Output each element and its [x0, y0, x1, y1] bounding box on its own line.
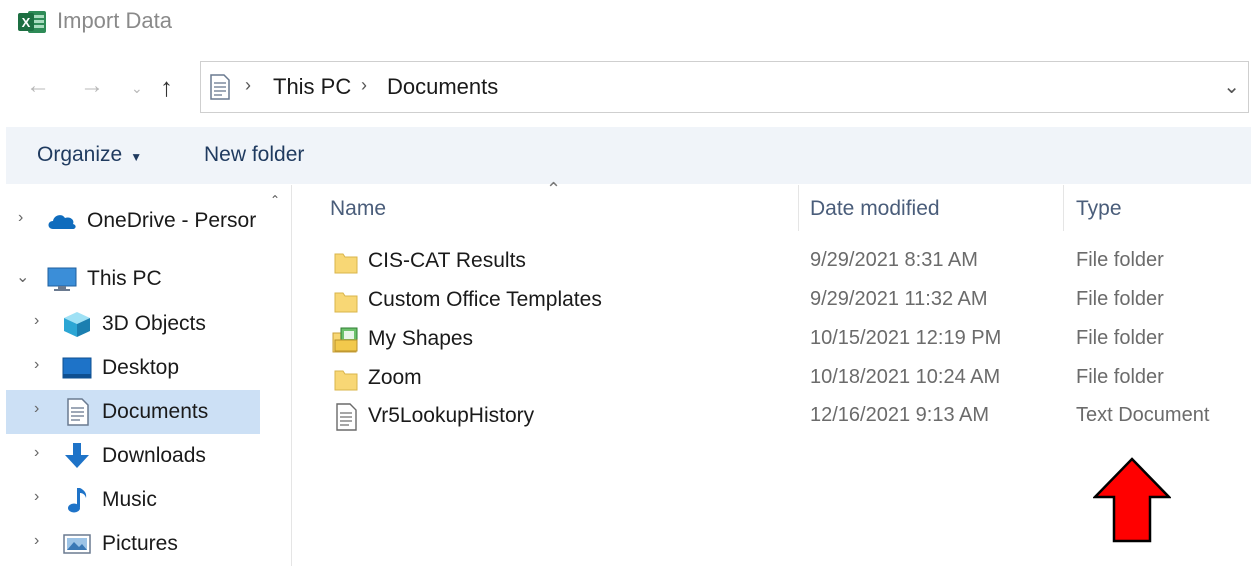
- file-name: Vr5LookupHistory: [368, 404, 535, 427]
- breadcrumb-documents[interactable]: Documents: [387, 74, 498, 100]
- computer-icon: [46, 265, 77, 293]
- chevron-right-icon[interactable]: ›: [34, 488, 39, 506]
- back-button[interactable]: ←: [26, 74, 50, 98]
- recent-locations-button[interactable]: ⌄: [131, 80, 143, 97]
- file-date: 10/15/2021 12:19 PM: [810, 327, 1002, 349]
- scroll-up-icon[interactable]: ⌃: [270, 193, 280, 207]
- nav-item-pictures[interactable]: › Pictures: [6, 522, 260, 566]
- forward-button[interactable]: →: [80, 74, 104, 98]
- breadcrumb-this-pc[interactable]: This PC: [273, 74, 351, 100]
- nav-item-documents[interactable]: › Documents: [6, 390, 260, 434]
- chevron-right-icon[interactable]: ›: [361, 75, 367, 96]
- nav-item-music[interactable]: › Music: [6, 478, 260, 522]
- caret-down-icon: ▼: [130, 150, 143, 164]
- file-row[interactable]: Zoom 10/18/2021 10:24 AM File folder: [292, 361, 1251, 399]
- download-icon: [62, 442, 92, 470]
- up-button[interactable]: ↑: [160, 72, 173, 103]
- column-header-type[interactable]: Type: [1076, 197, 1122, 221]
- file-name: Zoom: [368, 366, 422, 389]
- file-type: File folder: [1076, 327, 1164, 349]
- new-folder-button[interactable]: New folder: [204, 143, 304, 167]
- file-row[interactable]: CIS-CAT Results 9/29/2021 8:31 AM File f…: [292, 244, 1251, 282]
- address-bar[interactable]: › This PC › Documents ⌄: [200, 61, 1249, 113]
- file-type: Text Document: [1076, 404, 1210, 426]
- folder-icon: [332, 287, 360, 315]
- file-date: 9/29/2021 11:32 AM: [810, 288, 988, 310]
- column-header-name[interactable]: Name: [330, 197, 386, 221]
- svg-text:X: X: [22, 15, 31, 30]
- nav-item-desktop[interactable]: › Desktop: [6, 346, 260, 390]
- file-date: 12/16/2021 9:13 AM: [810, 404, 990, 426]
- nav-item-downloads[interactable]: › Downloads: [6, 434, 260, 478]
- file-name: Custom Office Templates: [368, 288, 602, 311]
- file-name: CIS-CAT Results: [368, 249, 526, 272]
- chevron-right-icon[interactable]: ›: [34, 400, 39, 418]
- text-document-icon: [332, 403, 360, 431]
- column-divider[interactable]: [798, 185, 799, 231]
- nav-item-3d-objects[interactable]: › 3D Objects: [6, 302, 260, 346]
- chevron-down-icon[interactable]: ⌄: [16, 267, 29, 287]
- chevron-right-icon[interactable]: ›: [34, 356, 39, 374]
- music-icon: [62, 486, 92, 514]
- chevron-right-icon[interactable]: ›: [34, 444, 39, 462]
- 3d-objects-icon: [62, 310, 92, 338]
- chevron-down-icon[interactable]: ⌄: [1223, 74, 1240, 99]
- documents-icon: [66, 398, 96, 426]
- file-row[interactable]: Custom Office Templates 9/29/2021 11:32 …: [292, 283, 1251, 321]
- nav-item-onedrive[interactable]: › OneDrive - Persor: [6, 199, 260, 243]
- excel-icon: X: [18, 9, 48, 35]
- chevron-right-icon[interactable]: ›: [34, 532, 39, 550]
- nav-item-this-pc[interactable]: ⌄ This PC: [6, 257, 260, 301]
- column-header-date-modified[interactable]: Date modified: [810, 197, 940, 221]
- desktop-icon: [62, 354, 92, 382]
- chevron-right-icon[interactable]: ›: [34, 312, 39, 330]
- folder-icon: [332, 248, 360, 276]
- file-type: File folder: [1076, 249, 1164, 271]
- file-type: File folder: [1076, 288, 1164, 310]
- documents-icon: [209, 74, 231, 100]
- file-name: My Shapes: [368, 327, 474, 350]
- shapes-folder-icon: [332, 326, 360, 354]
- file-date: 10/18/2021 10:24 AM: [810, 366, 1001, 388]
- chevron-right-icon[interactable]: ›: [18, 209, 23, 227]
- red-arrow-annotation-icon: [1092, 457, 1172, 543]
- file-date: 9/29/2021 8:31 AM: [810, 249, 978, 271]
- title-bar: X Import Data: [0, 0, 1251, 50]
- file-row[interactable]: My Shapes 10/15/2021 12:19 PM File folde…: [292, 322, 1251, 360]
- folder-icon: [332, 365, 360, 393]
- window-title: Import Data: [57, 8, 172, 33]
- organize-button[interactable]: Organize ▼: [37, 143, 142, 167]
- command-bar: Organize ▼ New folder: [6, 127, 1251, 184]
- column-divider[interactable]: [1063, 185, 1064, 231]
- file-row[interactable]: Vr5LookupHistory 12/16/2021 9:13 AM Text…: [292, 399, 1251, 437]
- navigation-pane: ⌃ › OneDrive - Persor ⌄ This PC › 3D Obj…: [6, 185, 292, 566]
- sort-ascending-icon: ⌃: [546, 179, 562, 199]
- cloud-icon: [46, 207, 76, 235]
- chevron-right-icon[interactable]: ›: [245, 75, 251, 96]
- pictures-icon: [62, 530, 92, 558]
- file-type: File folder: [1076, 366, 1164, 388]
